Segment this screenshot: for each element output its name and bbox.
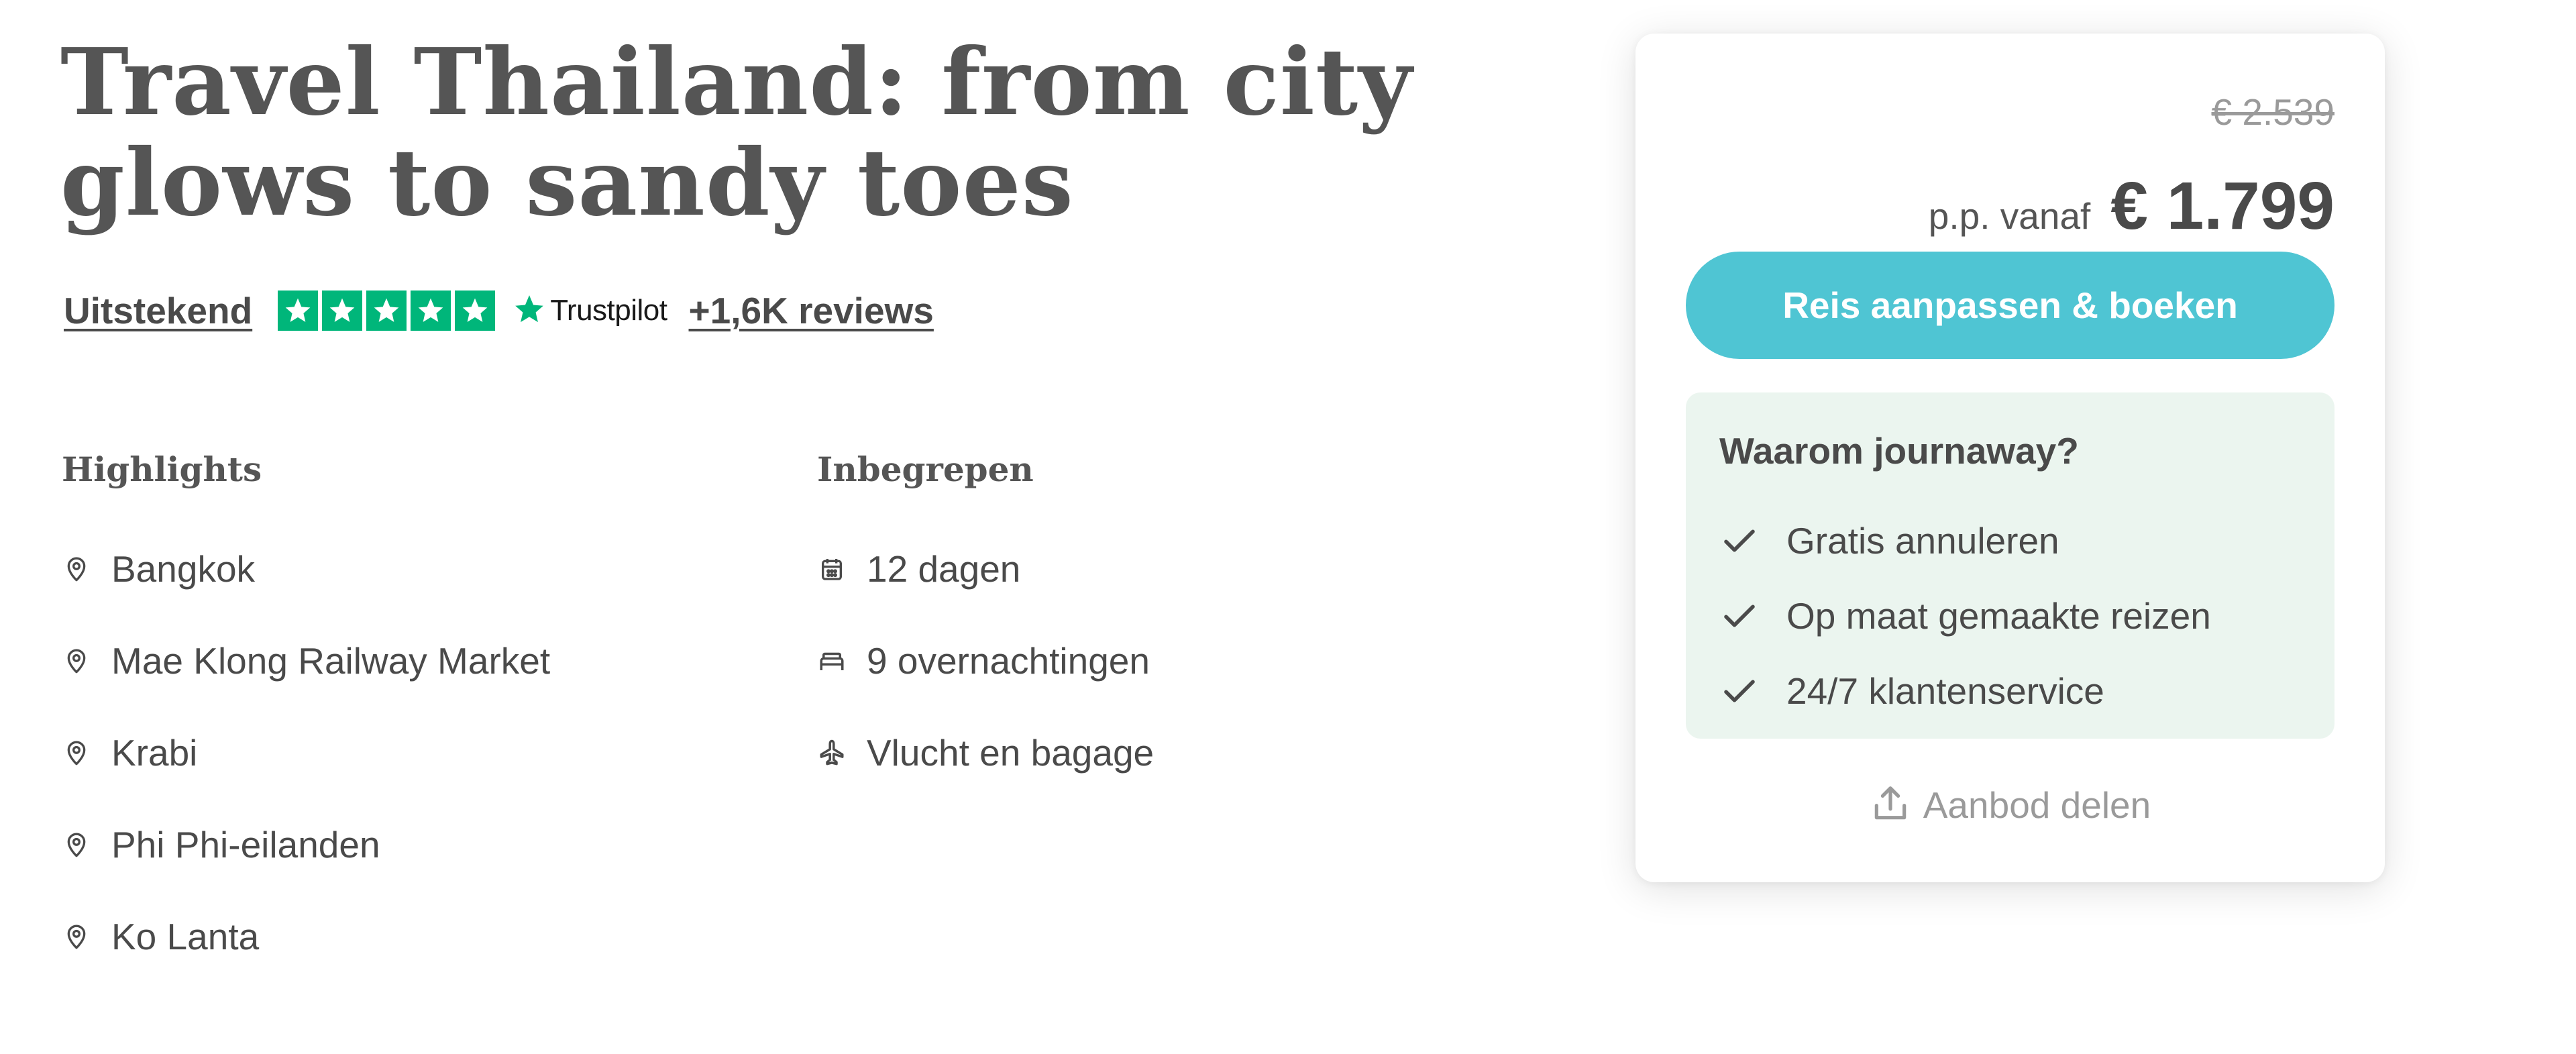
share-label: Aanbod delen (1923, 784, 2151, 826)
list-item: 12 dagen (817, 523, 1488, 615)
calendar-icon (817, 554, 847, 584)
list-item: Bangkok (62, 523, 733, 615)
included-section: Inbegrepen 12 dagen 9 overnachtingen Vlu… (817, 439, 1488, 798)
check-icon (1719, 671, 1760, 711)
trustpilot-logo: Trustpilot (513, 293, 667, 329)
highlights-heading: Highlights (62, 450, 262, 489)
trustpilot-label: Trustpilot (550, 294, 667, 327)
old-price: € 2.539 (2211, 91, 2334, 133)
list-item: Mae Klong Railway Market (62, 615, 733, 706)
list-item: Krabi (62, 706, 733, 798)
star-icon (411, 291, 451, 331)
map-pin-icon (62, 554, 91, 584)
highlights-list: Bangkok Mae Klong Railway Market Krabi P… (62, 523, 733, 982)
included-list: 12 dagen 9 overnachtingen Vlucht en baga… (817, 523, 1488, 798)
map-pin-icon (62, 922, 91, 951)
price-prefix: p.p. vanaf (1928, 195, 2091, 237)
trustpilot-star-icon (513, 293, 546, 329)
share-button[interactable]: Aanbod delen (1635, 778, 2385, 832)
book-button[interactable]: Reis aanpassen & boeken (1686, 252, 2334, 359)
list-item: Phi Phi-eilanden (62, 798, 733, 890)
highlight-label: Bangkok (111, 547, 256, 590)
map-pin-icon (62, 738, 91, 768)
star-icon (366, 291, 407, 331)
check-icon (1719, 521, 1760, 561)
highlight-label: Phi Phi-eilanden (111, 823, 380, 865)
included-label: 12 dagen (867, 547, 1021, 590)
price: € 1.799 (2110, 168, 2334, 244)
highlight-label: Krabi (111, 731, 198, 774)
plane-icon (817, 738, 847, 768)
why-list: Gratis annuleren Op maat gemaakte reizen… (1719, 503, 2211, 729)
list-item: Op maat gemaakte reizen (1719, 578, 2211, 653)
star-icon (322, 291, 363, 331)
list-item: Vlucht en bagage (817, 706, 1488, 798)
bed-icon (817, 646, 847, 676)
price-row: p.p. vanaf € 1.799 (1929, 168, 2334, 245)
why-label: 24/7 klantenservice (1786, 670, 2104, 712)
highlight-label: Mae Klong Railway Market (111, 639, 551, 682)
list-item: 24/7 klantenservice (1719, 653, 2211, 729)
share-icon (1870, 783, 1911, 828)
highlight-label: Ko Lanta (111, 915, 260, 957)
list-item: Gratis annuleren (1719, 503, 2211, 578)
why-label: Op maat gemaakte reizen (1786, 595, 2211, 637)
star-icon (278, 291, 319, 331)
list-item: Ko Lanta (62, 890, 733, 982)
reviews-link[interactable]: +1,6K reviews (689, 289, 934, 332)
list-item: 9 overnachtingen (817, 615, 1488, 706)
rating-word-link[interactable]: Uitstekend (64, 289, 252, 332)
why-label: Gratis annuleren (1786, 520, 2059, 562)
included-heading: Inbegrepen (817, 450, 1034, 489)
included-label: 9 overnachtingen (867, 639, 1150, 682)
rating-row: Uitstekend Trustpilot +1,6K reviews (64, 280, 934, 341)
map-pin-icon (62, 646, 91, 676)
included-label: Vlucht en bagage (867, 731, 1155, 774)
why-box: Waarom journaway? Gratis annuleren Op ma… (1686, 392, 2334, 739)
highlights-section: Highlights Bangkok Mae Klong Railway Mar… (62, 439, 733, 982)
map-pin-icon (62, 830, 91, 859)
page-title: Travel Thailand: from city glows to sand… (60, 28, 1413, 237)
star-icon (455, 291, 496, 331)
trustpilot-stars (278, 291, 496, 331)
why-title: Waarom journaway? (1719, 430, 2079, 472)
booking-card: € 2.539 p.p. vanaf € 1.799 Reis aanpasse… (1635, 34, 2385, 882)
check-icon (1719, 596, 1760, 636)
